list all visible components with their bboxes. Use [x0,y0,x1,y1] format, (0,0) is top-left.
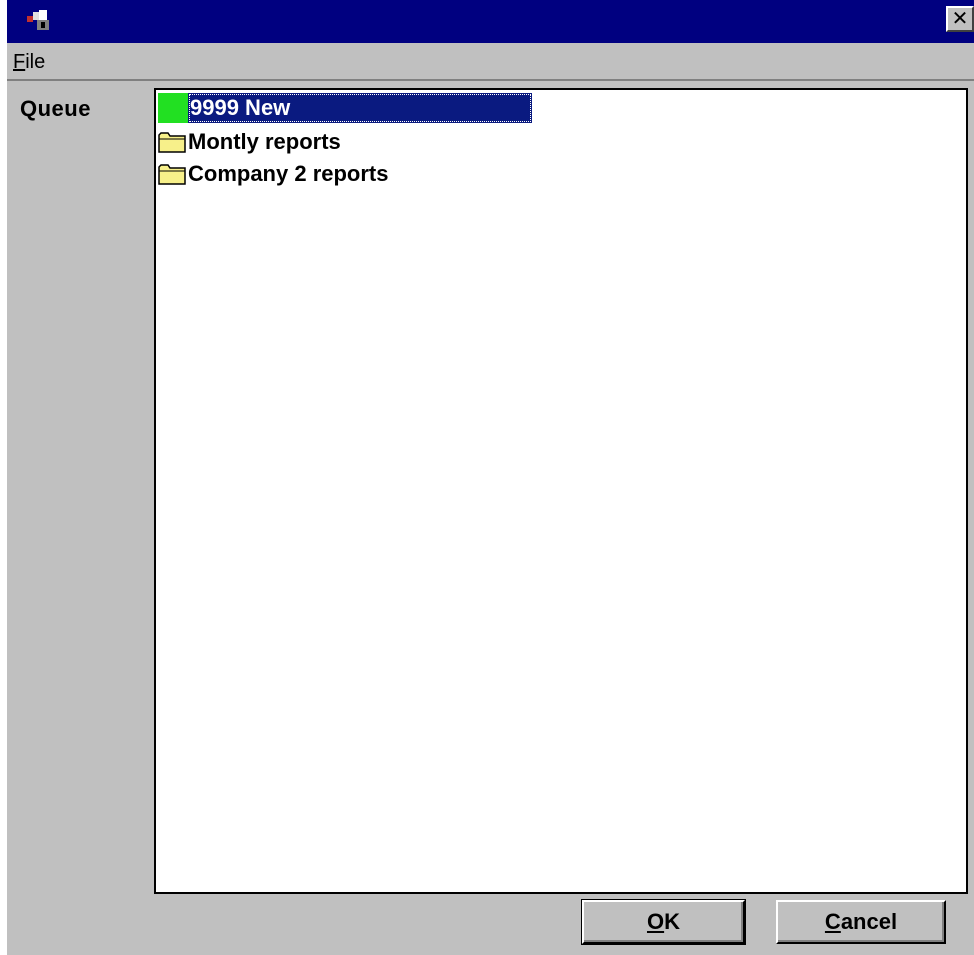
folder-icon [158,164,186,185]
list-item[interactable]: 9999 New [158,92,532,124]
list-item[interactable]: Montly reports [158,126,341,158]
dialog-window: ✕ File Queue 9999 New Montly reports Com… [7,0,974,955]
title-bar[interactable]: ✕ [7,0,974,43]
list-item-label: Montly reports [188,129,341,154]
app-icon [27,10,49,30]
cancel-accel: C [824,909,841,934]
queue-listbox[interactable]: 9999 New Montly reports Company 2 report… [154,88,968,894]
close-icon: ✕ [951,6,969,30]
close-button[interactable]: ✕ [946,6,974,32]
cancel-button[interactable]: Cancel [776,900,946,944]
menu-file-accel: F [13,51,26,73]
menu-file[interactable]: File [13,51,45,74]
menu-file-label: ile [25,51,46,73]
ok-label: K [664,909,680,934]
green-color-swatch [158,93,188,123]
folder-icon [158,132,186,153]
list-item-label: Company 2 reports [188,161,389,186]
queue-label: Queue [20,96,91,121]
menu-bar: File [7,43,974,81]
list-item[interactable]: Company 2 reports [158,158,389,190]
list-item-label: 9999 New [188,93,532,123]
ok-accel: O [646,909,665,934]
ok-button[interactable]: OK [581,899,746,945]
cancel-label: ancel [840,909,898,934]
